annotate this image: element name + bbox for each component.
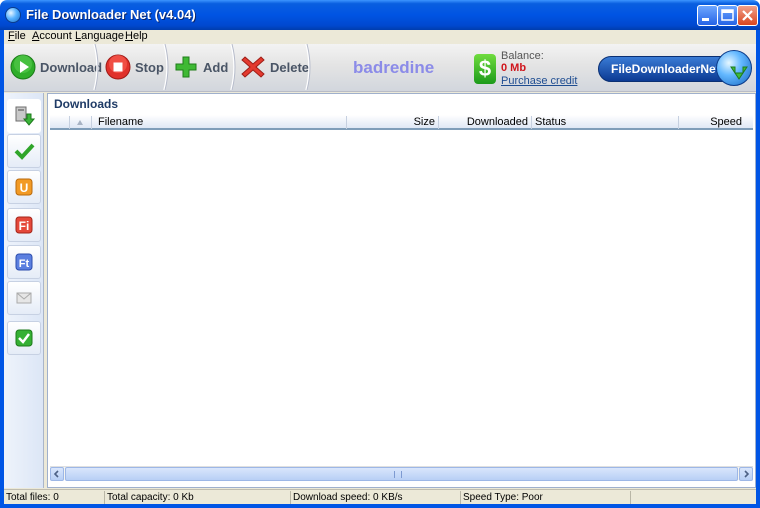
sidebar-item-downloads[interactable] [7, 99, 41, 133]
menu-file-accel: F [8, 30, 15, 42]
column-header-filename[interactable]: Filename [95, 116, 347, 129]
scroll-right-button[interactable] [739, 467, 753, 481]
maximize-button[interactable] [717, 5, 738, 26]
minimize-icon [702, 18, 709, 21]
globe-icon [716, 50, 752, 86]
category-sidebar: U Fi Ft [4, 93, 44, 488]
status-speed-type: Speed Type: Poor [461, 491, 631, 504]
brand-logo: FileDownloaderNet [598, 50, 756, 86]
sidebar-item-completed[interactable] [7, 134, 41, 168]
menu-bar: File Account Language Help [4, 30, 756, 44]
menu-account[interactable]: Account [32, 28, 72, 44]
title-bar[interactable]: File Downloader Net (v4.04) [0, 0, 760, 30]
column-header-status[interactable]: Status [532, 116, 679, 129]
column-header-downloaded[interactable]: Downloaded [439, 116, 532, 129]
svg-text:Fi: Fi [19, 219, 30, 233]
toolbar-separator [305, 44, 311, 90]
scrollbar-grip [394, 471, 402, 478]
menu-help[interactable]: Help [125, 28, 148, 44]
verified-check-icon [15, 329, 33, 347]
filehost-ft-icon: Ft [15, 253, 33, 271]
column-header-speed[interactable]: Speed [679, 116, 745, 129]
balance-value: 0 Mb [501, 62, 527, 74]
column-header-sort[interactable] [70, 116, 92, 129]
status-empty-cell [631, 491, 756, 504]
status-download-speed: Download speed: 0 KB/s [291, 491, 461, 504]
filehost-f-icon: Fi [15, 216, 33, 234]
balance-panel: $ Balance: 0 Mb Purchase credit [474, 48, 589, 88]
delete-label: Delete [270, 59, 310, 75]
scrollbar-thumb[interactable] [65, 467, 738, 481]
delete-x-icon [241, 56, 265, 78]
toolbar-separator [93, 44, 99, 90]
column-header-status-icon[interactable] [50, 116, 70, 129]
svg-text:Ft: Ft [19, 258, 30, 270]
menu-help-accel: H [125, 30, 133, 42]
menu-file[interactable]: File [8, 28, 26, 44]
username-label: badredine [353, 58, 435, 77]
downloads-panel: Downloads Filename Size Downloaded Statu… [47, 93, 756, 488]
close-button[interactable] [737, 5, 758, 26]
downloads-list[interactable] [50, 132, 753, 465]
delete-button[interactable]: Delete [240, 44, 309, 90]
stop-button[interactable]: Stop [105, 44, 164, 90]
sidebar-item-filehost-ft[interactable]: Ft [7, 245, 41, 279]
grid-header: Filename Size Downloaded Status Speed [50, 115, 753, 130]
download-button[interactable]: Download [10, 44, 102, 90]
stop-icon [105, 54, 131, 80]
scroll-right-icon [744, 470, 750, 478]
balance-label: Balance: [501, 50, 544, 62]
purchase-credit-link[interactable]: Purchase credit [501, 75, 577, 87]
horizontal-scrollbar[interactable] [50, 466, 753, 481]
status-bar: Total files: 0 Total capacity: 0 Kb Down… [4, 489, 756, 504]
toolbar-separator [230, 44, 236, 90]
menu-file-label: ile [14, 30, 26, 42]
maximize-icon [721, 9, 734, 21]
status-total-capacity: Total capacity: 0 Kb [105, 491, 291, 504]
menu-help-label: elp [132, 30, 148, 42]
menu-account-label: ccount [39, 30, 72, 42]
toolbar-separator [163, 44, 169, 90]
svg-text:U: U [20, 181, 29, 195]
dollar-icon: $ [474, 54, 496, 84]
sidebar-item-verified[interactable] [7, 321, 41, 355]
add-label: Add [203, 59, 229, 75]
menu-language-label: anguage [81, 30, 124, 42]
minimize-button[interactable] [697, 5, 718, 26]
plus-icon [175, 56, 197, 78]
window-title: File Downloader Net (v4.04) [26, 7, 196, 22]
close-icon [742, 10, 753, 21]
globe-arrow-icon [730, 66, 748, 80]
toolbar: Download Stop Add Delete badredine $ Bal… [4, 44, 756, 92]
uploaded-u-icon: U [15, 178, 33, 196]
completed-check-icon [14, 143, 35, 160]
sidebar-item-uploaded[interactable]: U [7, 170, 41, 204]
sidebar-item-mail[interactable] [7, 281, 41, 315]
scroll-left-icon [53, 470, 59, 478]
panel-title: Downloads [54, 97, 119, 111]
mail-icon [16, 292, 32, 304]
add-button[interactable]: Add [173, 44, 228, 90]
sort-ascending-icon [77, 120, 83, 125]
status-total-files: Total files: 0 [4, 491, 105, 504]
download-queue-icon [15, 106, 35, 126]
column-header-size[interactable]: Size [347, 116, 439, 129]
stop-label: Stop [135, 59, 164, 75]
scroll-left-button[interactable] [50, 467, 64, 481]
play-icon [10, 54, 36, 80]
menu-language[interactable]: Language [75, 28, 124, 44]
app-globe-icon [5, 7, 21, 23]
sidebar-item-filehost-f[interactable]: Fi [7, 208, 41, 242]
